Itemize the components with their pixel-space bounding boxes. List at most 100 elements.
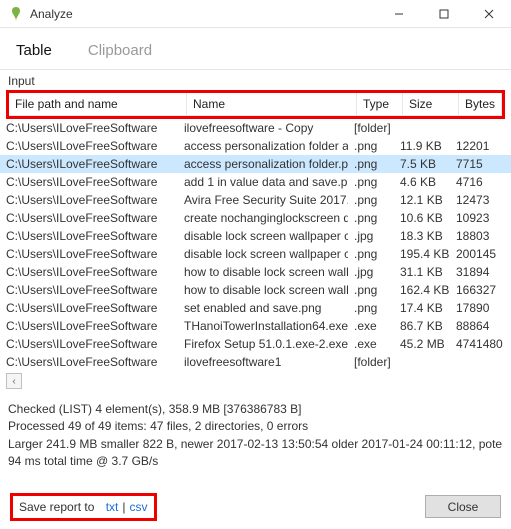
cell-name: create nochanginglockscreen dword <box>178 210 348 226</box>
cell-type: .exe <box>348 336 394 352</box>
scroll-strip: ‹ <box>0 371 511 395</box>
cell-path: C:\Users\ILoveFreeSoftware <box>0 156 178 172</box>
cell-path: C:\Users\ILoveFreeSoftware <box>0 300 178 316</box>
col-name[interactable]: Name <box>187 93 357 115</box>
cell-size: 11.9 KB <box>394 138 450 154</box>
titlebar: Analyze <box>0 0 511 28</box>
cell-bytes: 18803 <box>450 228 511 244</box>
table-row[interactable]: C:\Users\ILoveFreeSoftwareTHanoiTowerIns… <box>0 317 511 335</box>
col-type[interactable]: Type <box>357 93 403 115</box>
cell-name: Firefox Setup 51.0.1.exe-2.exe <box>178 336 348 352</box>
cell-path: C:\Users\ILoveFreeSoftware <box>0 228 178 244</box>
cell-path: C:\Users\ILoveFreeSoftware <box>0 210 178 226</box>
cell-path: C:\Users\ILoveFreeSoftware <box>0 354 178 370</box>
tab-clipboard[interactable]: Clipboard <box>84 36 156 69</box>
cell-path: C:\Users\ILoveFreeSoftware <box>0 246 178 262</box>
col-size[interactable]: Size <box>403 93 459 115</box>
cell-type: .png <box>348 156 394 172</box>
cell-bytes: 4716 <box>450 174 511 190</box>
cell-bytes: 12201 <box>450 138 511 154</box>
cell-size: 7.5 KB <box>394 156 450 172</box>
stats-line-3: Larger 241.9 MB smaller 822 B, newer 201… <box>8 436 503 453</box>
cell-name: set enabled and save.png <box>178 300 348 316</box>
cell-name: access personalization folder and dou <box>178 138 348 154</box>
cell-name: THanoiTowerInstallation64.exe <box>178 318 348 334</box>
cell-bytes: 31894 <box>450 264 511 280</box>
cell-bytes: 166327 <box>450 282 511 298</box>
table-row[interactable]: C:\Users\ILoveFreeSoftwareilovefreesoftw… <box>0 119 511 137</box>
stats-line-2: Processed 49 of 49 items: 47 files, 2 di… <box>8 418 503 435</box>
table-row[interactable]: C:\Users\ILoveFreeSoftwarehow to disable… <box>0 281 511 299</box>
cell-path: C:\Users\ILoveFreeSoftware <box>0 336 178 352</box>
tab-bar: Table Clipboard <box>0 28 511 70</box>
col-path[interactable]: File path and name <box>9 93 187 115</box>
cell-name: how to disable lock screen wallpaper <box>178 264 348 280</box>
cell-size: 18.3 KB <box>394 228 450 244</box>
scroll-left-button[interactable]: ‹ <box>6 373 22 389</box>
cell-name: disable lock screen wallpaper change <box>178 246 348 262</box>
cell-path: C:\Users\ILoveFreeSoftware <box>0 282 178 298</box>
cell-size: 10.6 KB <box>394 210 450 226</box>
table-row[interactable]: C:\Users\ILoveFreeSoftwarecreate nochang… <box>0 209 511 227</box>
cell-name: ilovefreesoftware1 <box>178 354 348 370</box>
cell-path: C:\Users\ILoveFreeSoftware <box>0 174 178 190</box>
table-row[interactable]: C:\Users\ILoveFreeSoftwareaccess persona… <box>0 137 511 155</box>
minimize-button[interactable] <box>376 0 421 28</box>
table-row[interactable]: C:\Users\ILoveFreeSoftwaredisable lock s… <box>0 227 511 245</box>
cell-type: .png <box>348 138 394 154</box>
cell-name: access personalization folder.png <box>178 156 348 172</box>
table-row[interactable]: C:\Users\ILoveFreeSoftwaredisable lock s… <box>0 245 511 263</box>
cell-size: 45.2 MB <box>394 336 450 352</box>
cell-type: .png <box>348 300 394 316</box>
cell-path: C:\Users\ILoveFreeSoftware <box>0 120 178 136</box>
cell-bytes: 10923 <box>450 210 511 226</box>
cell-size: 86.7 KB <box>394 318 450 334</box>
table-row[interactable]: C:\Users\ILoveFreeSoftwareFirefox Setup … <box>0 335 511 353</box>
cell-name: disable lock screen wallpaper change <box>178 228 348 244</box>
cell-size: 17.4 KB <box>394 300 450 316</box>
cell-type: .png <box>348 282 394 298</box>
table-row[interactable]: C:\Users\ILoveFreeSoftwareset enabled an… <box>0 299 511 317</box>
cell-size <box>394 127 450 129</box>
cell-bytes <box>450 361 511 363</box>
cell-path: C:\Users\ILoveFreeSoftware <box>0 138 178 154</box>
cell-name: ilovefreesoftware - Copy <box>178 120 348 136</box>
cell-name: how to disable lock screen wallpaper <box>178 282 348 298</box>
cell-type: [folder] <box>348 354 394 370</box>
tab-table[interactable]: Table <box>12 36 56 69</box>
highlight-columns: File path and name Name Type Size Bytes <box>6 90 505 119</box>
cell-bytes: 88864 <box>450 318 511 334</box>
grid-header: File path and name Name Type Size Bytes <box>9 93 502 116</box>
cell-bytes: 12473 <box>450 192 511 208</box>
cell-type: .png <box>348 210 394 226</box>
cell-path: C:\Users\ILoveFreeSoftware <box>0 192 178 208</box>
stats-line-1: Checked (LIST) 4 element(s), 358.9 MB [3… <box>8 401 503 418</box>
cell-bytes: 200145 <box>450 246 511 262</box>
cell-size: 4.6 KB <box>394 174 450 190</box>
table-row[interactable]: C:\Users\ILoveFreeSoftwareAvira Free Sec… <box>0 191 511 209</box>
cell-size: 31.1 KB <box>394 264 450 280</box>
cell-size <box>394 361 450 363</box>
cell-type: .jpg <box>348 228 394 244</box>
cell-name: add 1 in value data and save.png <box>178 174 348 190</box>
table-row[interactable]: C:\Users\ILoveFreeSoftwareadd 1 in value… <box>0 173 511 191</box>
cell-type: .jpg <box>348 264 394 280</box>
cell-path: C:\Users\ILoveFreeSoftware <box>0 264 178 280</box>
stats-line-4: 94 ms total time @ 3.7 GB/s <box>8 453 503 470</box>
cell-name: Avira Free Security Suite 2017.png <box>178 192 348 208</box>
cell-size: 195.4 KB <box>394 246 450 262</box>
col-bytes[interactable]: Bytes <box>459 93 502 115</box>
cell-type: .png <box>348 246 394 262</box>
footer: Save report to txt | csv Close <box>0 475 511 529</box>
cell-bytes <box>450 127 511 129</box>
cell-type: .exe <box>348 318 394 334</box>
cell-bytes: 17890 <box>450 300 511 316</box>
cell-size: 12.1 KB <box>394 192 450 208</box>
cell-type: .png <box>348 192 394 208</box>
table-row[interactable]: C:\Users\ILoveFreeSoftwareilovefreesoftw… <box>0 353 511 371</box>
maximize-button[interactable] <box>421 0 466 28</box>
table-row[interactable]: C:\Users\ILoveFreeSoftwareaccess persona… <box>0 155 511 173</box>
close-window-button[interactable] <box>466 0 511 28</box>
cell-size: 162.4 KB <box>394 282 450 298</box>
table-row[interactable]: C:\Users\ILoveFreeSoftwarehow to disable… <box>0 263 511 281</box>
